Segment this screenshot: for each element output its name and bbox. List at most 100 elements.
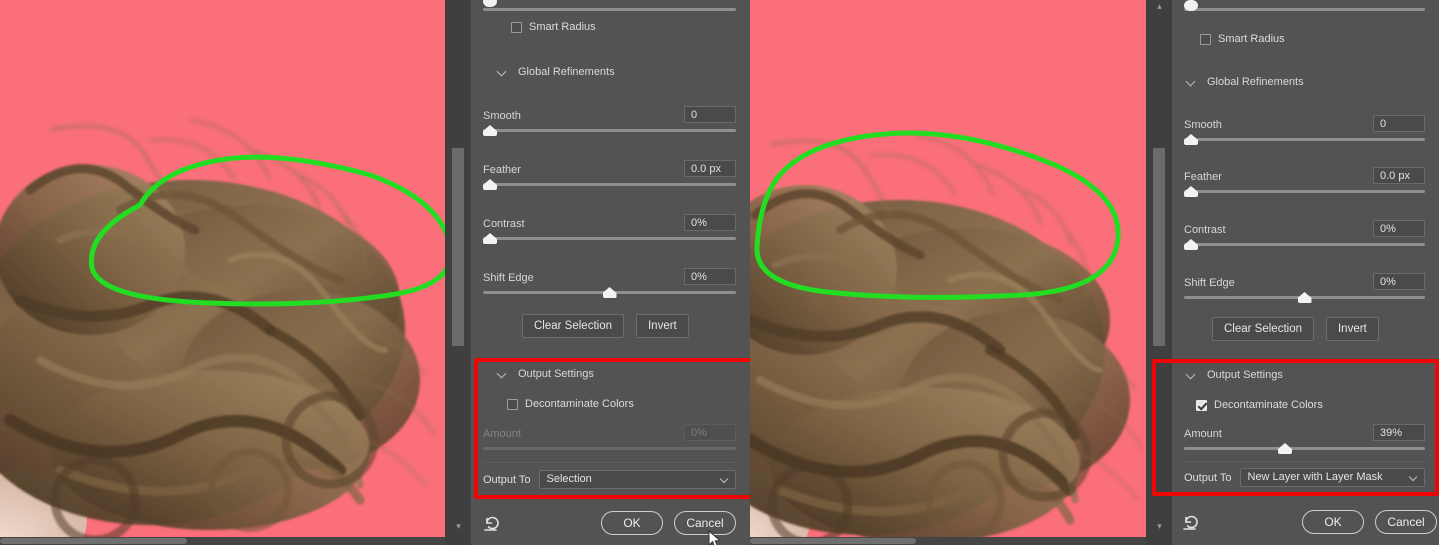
smooth-label: Smooth bbox=[1184, 119, 1222, 131]
slider-track bbox=[483, 183, 736, 186]
shift-edge-value-input[interactable]: 0% bbox=[1373, 273, 1425, 290]
smooth-slider[interactable] bbox=[483, 125, 736, 137]
chevron-down-icon[interactable] bbox=[721, 476, 729, 484]
slider-knob[interactable] bbox=[1184, 186, 1198, 197]
ok-button[interactable]: OK bbox=[1302, 510, 1364, 534]
panel-scrollbar-left[interactable]: ▾ bbox=[445, 0, 471, 545]
chevron-down-icon[interactable] bbox=[1186, 370, 1196, 380]
scroll-up-arrow[interactable]: ▴ bbox=[1155, 2, 1164, 11]
slider-knob[interactable] bbox=[483, 233, 497, 244]
cancel-button[interactable]: Cancel bbox=[674, 511, 736, 535]
hair-photo-left bbox=[0, 0, 445, 545]
slider-knob[interactable] bbox=[1277, 443, 1292, 454]
slider-knob[interactable] bbox=[483, 125, 497, 136]
feather-slider[interactable] bbox=[483, 179, 736, 191]
slider-track bbox=[483, 129, 736, 132]
output-settings-header[interactable]: Output Settings bbox=[1186, 369, 1283, 381]
radius-slider-partial[interactable] bbox=[483, 0, 736, 14]
feather-slider[interactable] bbox=[1184, 186, 1425, 198]
slider-knob[interactable] bbox=[602, 287, 617, 298]
output-to-label: Output To bbox=[1184, 471, 1232, 484]
smooth-value-input[interactable]: 0 bbox=[684, 106, 736, 123]
amount-slider[interactable] bbox=[1184, 443, 1425, 455]
hair-photo-right bbox=[750, 0, 1146, 545]
output-to-select[interactable]: Selection bbox=[538, 470, 736, 489]
chevron-down-icon[interactable] bbox=[497, 369, 507, 379]
amount-value-input: 0% bbox=[684, 424, 736, 441]
invert-button[interactable]: Invert bbox=[1325, 317, 1379, 341]
slider-knob[interactable] bbox=[483, 179, 497, 190]
decontaminate-colors-label: Decontaminate Colors bbox=[525, 398, 634, 410]
reset-icon[interactable] bbox=[483, 514, 503, 537]
clear-selection-button[interactable]: Clear Selection bbox=[522, 314, 624, 338]
radius-slider-partial[interactable] bbox=[1184, 0, 1425, 14]
contrast-value-input[interactable]: 0% bbox=[684, 214, 736, 231]
slider-track bbox=[1184, 138, 1425, 141]
scrollbar-thumb[interactable] bbox=[0, 538, 187, 544]
shift-edge-slider[interactable] bbox=[1184, 292, 1425, 304]
global-refinements-header[interactable]: Global Refinements bbox=[497, 66, 615, 78]
after-preview-canvas[interactable] bbox=[750, 0, 1146, 545]
screenshot-root: ▾ Smart Radius Global Refinements Smooth bbox=[0, 0, 1439, 545]
output-settings-header[interactable]: Output Settings bbox=[497, 368, 594, 380]
ok-button[interactable]: OK bbox=[601, 511, 663, 535]
smart-radius-checkbox[interactable] bbox=[1200, 33, 1211, 45]
decontaminate-colors-checkbox[interactable] bbox=[1196, 399, 1207, 411]
shift-edge-value-input[interactable]: 0% bbox=[684, 268, 736, 285]
smart-radius-checkbox-row[interactable]: Smart Radius bbox=[1200, 33, 1285, 45]
output-to-select[interactable]: New Layer with Layer Mask bbox=[1239, 468, 1425, 487]
smooth-slider[interactable] bbox=[1184, 134, 1425, 146]
contrast-slider[interactable] bbox=[1184, 239, 1425, 251]
chevron-down-icon[interactable] bbox=[1186, 77, 1196, 87]
global-refinements-header[interactable]: Global Refinements bbox=[1186, 76, 1304, 88]
invert-button[interactable]: Invert bbox=[635, 314, 689, 338]
decontaminate-colors-checkbox[interactable] bbox=[507, 398, 518, 410]
decontaminate-colors-row[interactable]: Decontaminate Colors bbox=[507, 398, 634, 410]
horizontal-scrollbar-left[interactable] bbox=[0, 537, 445, 545]
reset-icon[interactable] bbox=[1182, 513, 1202, 536]
smart-radius-checkbox-row[interactable]: Smart Radius bbox=[511, 21, 596, 33]
scrollbar-thumb[interactable] bbox=[452, 148, 464, 346]
select-and-mask-panel-after: ▴ ▾ Smart Radius Global Refinements Smoo… bbox=[1146, 0, 1439, 545]
feather-value-input[interactable]: 0.0 px bbox=[1373, 167, 1425, 184]
amount-label: Amount bbox=[1184, 428, 1222, 440]
panel-footer-left: OK Cancel bbox=[471, 505, 750, 545]
select-and-mask-panel-before: ▾ Smart Radius Global Refinements Smooth bbox=[445, 0, 765, 545]
shift-edge-label: Shift Edge bbox=[1184, 277, 1235, 289]
output-to-row[interactable]: Output To Selection bbox=[483, 470, 736, 489]
scrollbar-thumb[interactable] bbox=[1153, 148, 1165, 346]
feather-label: Feather bbox=[1184, 171, 1222, 183]
smooth-value-input[interactable]: 0 bbox=[1373, 115, 1425, 132]
scroll-down-arrow[interactable]: ▾ bbox=[454, 522, 463, 531]
contrast-value-input[interactable]: 0% bbox=[1373, 220, 1425, 237]
smart-radius-checkbox[interactable] bbox=[511, 21, 522, 33]
global-refinements-title: Global Refinements bbox=[518, 66, 615, 78]
chevron-down-icon[interactable] bbox=[497, 67, 507, 77]
scrollbar-thumb[interactable] bbox=[750, 538, 917, 544]
cancel-button[interactable]: Cancel bbox=[1375, 510, 1437, 534]
clear-selection-button[interactable]: Clear Selection bbox=[1212, 317, 1314, 341]
scroll-down-arrow[interactable]: ▾ bbox=[1155, 522, 1164, 531]
slider-knob[interactable] bbox=[1297, 292, 1312, 303]
shift-edge-label: Shift Edge bbox=[483, 272, 534, 284]
slider-track bbox=[1184, 447, 1425, 450]
horizontal-scrollbar-right[interactable] bbox=[750, 537, 1146, 545]
before-preview-canvas[interactable] bbox=[0, 0, 445, 545]
slider-knob[interactable] bbox=[1184, 134, 1198, 145]
output-to-row[interactable]: Output To New Layer with Layer Mask bbox=[1184, 468, 1425, 487]
decontaminate-colors-row[interactable]: Decontaminate Colors bbox=[1196, 399, 1323, 411]
global-refinements-title: Global Refinements bbox=[1207, 76, 1304, 88]
feather-value-input[interactable]: 0.0 px bbox=[684, 160, 736, 177]
chevron-down-icon[interactable] bbox=[1410, 474, 1418, 482]
shift-edge-slider[interactable] bbox=[483, 287, 736, 299]
amount-slider bbox=[483, 443, 736, 455]
amount-label: Amount bbox=[483, 428, 521, 440]
slider-knob[interactable] bbox=[1184, 239, 1198, 250]
amount-value-input[interactable]: 39% bbox=[1373, 424, 1425, 441]
slider-track bbox=[483, 237, 736, 240]
output-to-label: Output To bbox=[483, 473, 531, 486]
slider-knob[interactable] bbox=[1184, 0, 1198, 11]
decontaminate-colors-label: Decontaminate Colors bbox=[1214, 399, 1323, 411]
contrast-slider[interactable] bbox=[483, 233, 736, 245]
slider-knob[interactable] bbox=[483, 0, 497, 7]
